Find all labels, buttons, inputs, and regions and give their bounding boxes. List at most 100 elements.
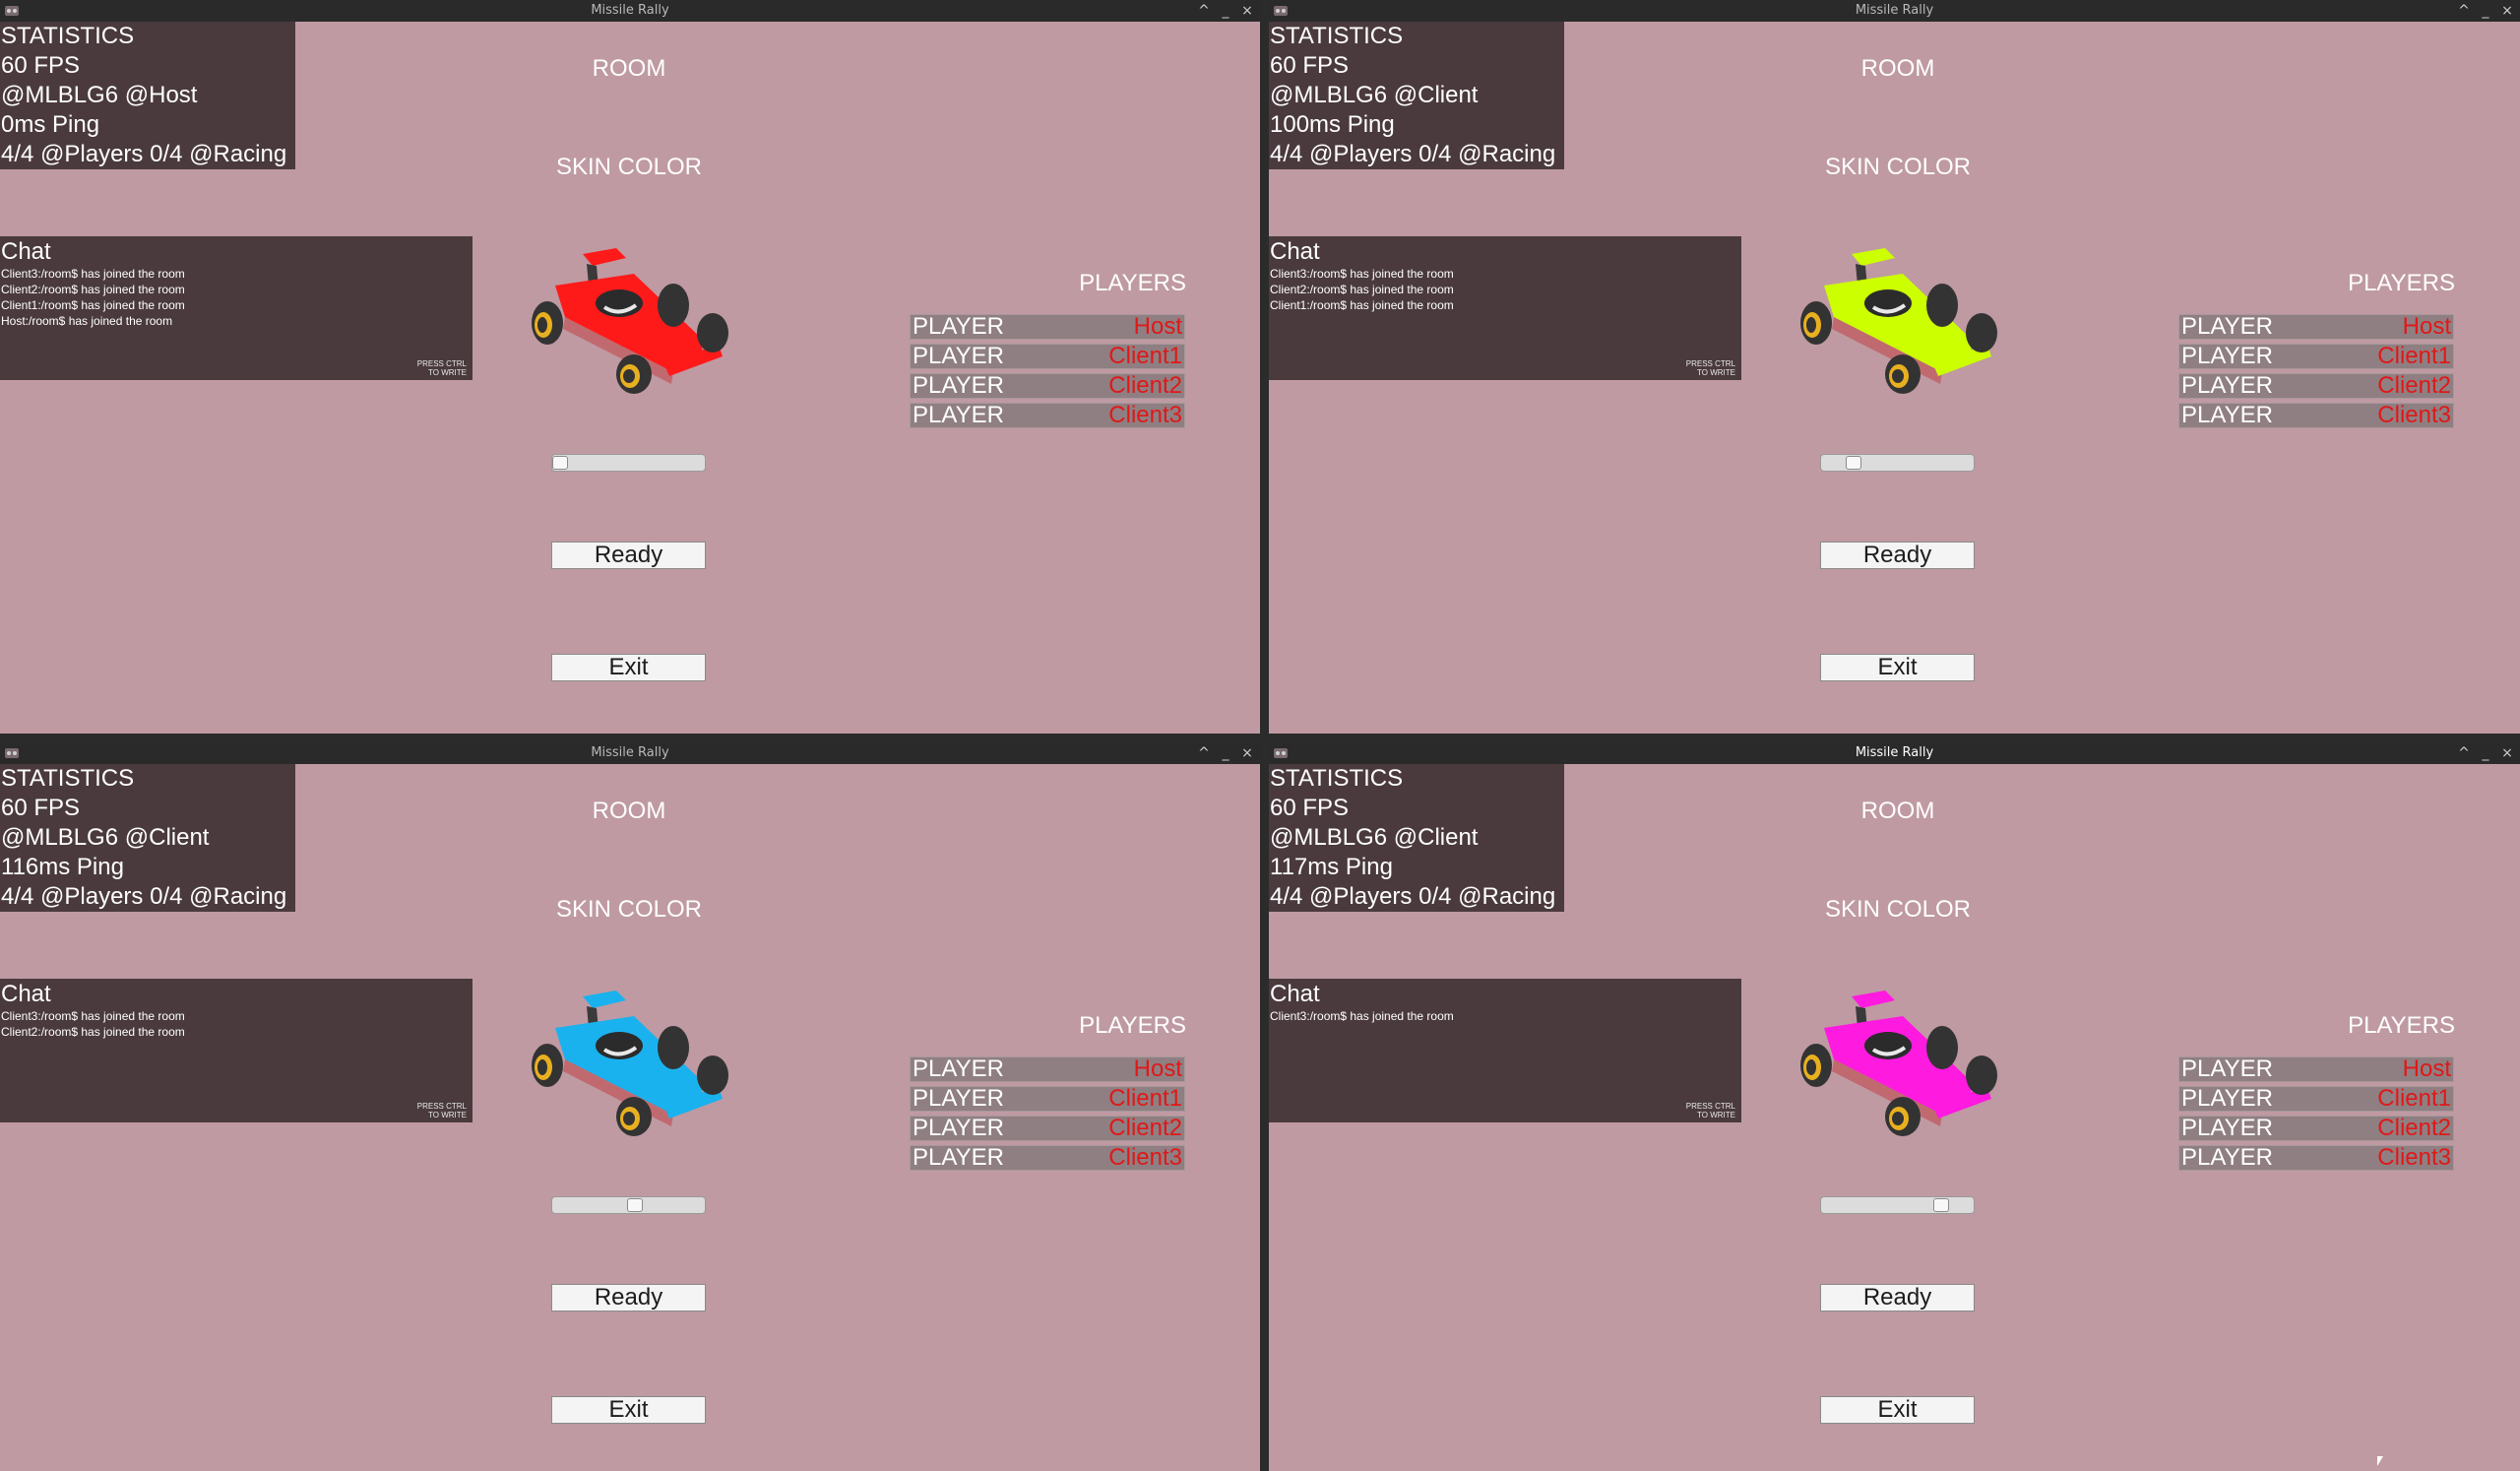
players-list: PLAYER Host PLAYER Client1 PLAYER Client… xyxy=(910,1056,1185,1175)
chat-title: Chat xyxy=(1270,981,1320,1007)
skin-color-heading: SKIN COLOR xyxy=(1824,154,1972,180)
maximize-icon[interactable]: ^ xyxy=(2455,0,2473,22)
ready-button[interactable]: Ready xyxy=(551,1284,706,1311)
game-window: Missile Rally ^ _ × STATISTICS 60 FPS @MLB… xyxy=(0,742,1260,1471)
player-name: Client2 xyxy=(1108,372,1182,399)
close-icon[interactable]: × xyxy=(1238,0,1256,22)
player-name: Host xyxy=(2402,1055,2451,1082)
exit-button[interactable]: Exit xyxy=(1820,654,1975,681)
chat-hint-line: TO WRITE xyxy=(1697,368,1735,377)
window-titlebar[interactable]: Missile Rally ^ _ × xyxy=(0,742,1260,764)
players-list: PLAYER Host PLAYER Client1 PLAYER Client… xyxy=(910,314,1185,432)
statistics-panel: STATISTICS 60 FPS @MLBLG6 @Client 117ms Pin… xyxy=(1269,764,1564,912)
stats-line: STATISTICS xyxy=(1,765,135,792)
maximize-icon[interactable]: ^ xyxy=(1195,0,1213,22)
player-name: Client2 xyxy=(2377,1115,2451,1141)
chat-hint: PRESS CTRL TO WRITE xyxy=(417,359,467,377)
player-row: PLAYER Client2 xyxy=(910,373,1185,399)
minimize-icon[interactable]: _ xyxy=(2477,0,2494,22)
player-row: PLAYER Host xyxy=(910,1056,1185,1082)
chat-hint-line: PRESS CTRL xyxy=(1685,1102,1735,1111)
chat-message: Client2:/room$ has joined the room xyxy=(1,283,185,296)
slider-handle[interactable] xyxy=(1846,456,1862,470)
player-label: PLAYER xyxy=(913,1055,1004,1082)
chat-message: Client1:/room$ has joined the room xyxy=(1,298,185,312)
lobby-content: STATISTICS 60 FPS @MLBLG6 @Client 100ms Pin… xyxy=(1269,22,2520,734)
close-icon[interactable]: × xyxy=(1238,742,1256,764)
player-row: PLAYER Host xyxy=(910,314,1185,340)
window-title: Missile Rally xyxy=(591,745,669,760)
close-icon[interactable]: × xyxy=(2498,0,2516,22)
chat-panel[interactable]: Chat Client3:/room$ has joined the room C… xyxy=(0,236,472,380)
ready-button[interactable]: Ready xyxy=(1820,1284,1975,1311)
stats-line: 0ms Ping xyxy=(1,111,100,138)
slider-handle[interactable] xyxy=(627,1198,644,1212)
ready-button[interactable]: Ready xyxy=(1820,542,1975,569)
minimize-icon[interactable]: _ xyxy=(2477,742,2494,764)
window-titlebar[interactable]: Missile Rally ^ _ × xyxy=(0,0,1260,22)
stats-line: @MLBLG6 @Host xyxy=(1,82,198,108)
chat-message: Host:/room$ has joined the room xyxy=(1,314,173,328)
stats-line: 117ms Ping xyxy=(1270,854,1393,880)
room-heading: ROOM xyxy=(1860,798,1935,824)
stats-line: 100ms Ping xyxy=(1270,111,1395,138)
lobby-content: STATISTICS 60 FPS @MLBLG6 @Client 116ms Pin… xyxy=(0,764,1260,1471)
chat-title: Chat xyxy=(1,981,51,1007)
window-title: Missile Rally xyxy=(1855,745,1934,760)
exit-button[interactable]: Exit xyxy=(551,1396,706,1424)
player-name: Host xyxy=(1133,313,1182,340)
maximize-icon[interactable]: ^ xyxy=(2455,742,2473,764)
ready-button[interactable]: Ready xyxy=(551,542,706,569)
slider-handle[interactable] xyxy=(1932,1198,1949,1212)
skin-color-heading: SKIN COLOR xyxy=(555,896,703,923)
players-heading: PLAYERS xyxy=(2348,1012,2455,1039)
slider-handle[interactable] xyxy=(552,456,568,470)
skin-color-slider[interactable] xyxy=(1820,454,1975,472)
stats-line: 116ms Ping xyxy=(1,854,124,880)
statistics-panel: STATISTICS 60 FPS @MLBLG6 @Client 100ms Pin… xyxy=(1269,22,1564,169)
player-name: Client1 xyxy=(1108,1085,1182,1112)
player-label: PLAYER xyxy=(913,313,1004,340)
player-label: PLAYER xyxy=(2181,1115,2273,1141)
player-row: PLAYER Client3 xyxy=(910,403,1185,428)
stats-line: 60 FPS xyxy=(1,795,81,821)
game-window: Missile Rally ^ _ × STATISTICS 60 FPS @MLB… xyxy=(0,0,1260,734)
chat-hint-line: TO WRITE xyxy=(428,1111,467,1119)
player-row: PLAYER Client3 xyxy=(2178,403,2454,428)
players-heading: PLAYERS xyxy=(1079,270,1186,296)
exit-button[interactable]: Exit xyxy=(551,654,706,681)
player-row: PLAYER Client1 xyxy=(910,344,1185,369)
exit-button[interactable]: Exit xyxy=(1820,1396,1975,1424)
stats-line: @MLBLG6 @Client xyxy=(1270,82,1479,108)
chat-message: Client3:/room$ has joined the room xyxy=(1270,267,1454,281)
close-icon[interactable]: × xyxy=(2498,742,2516,764)
chat-message: Client1:/room$ has joined the room xyxy=(1270,298,1454,312)
player-label: PLAYER xyxy=(913,402,1004,428)
window-titlebar[interactable]: Missile Rally ^ _ × xyxy=(1269,742,2520,764)
skin-color-slider[interactable] xyxy=(551,454,706,472)
window-titlebar[interactable]: Missile Rally ^ _ × xyxy=(1269,0,2520,22)
chat-message: Client3:/room$ has joined the room xyxy=(1,1009,185,1023)
chat-panel[interactable]: Chat Client3:/room$ has joined the room C… xyxy=(0,979,472,1122)
skin-color-heading: SKIN COLOR xyxy=(555,154,703,180)
stats-line: STATISTICS xyxy=(1270,23,1404,49)
chat-message: Client2:/room$ has joined the room xyxy=(1270,283,1454,296)
game-window: Missile Rally ^ _ × STATISTICS 60 FPS @MLB… xyxy=(1269,742,2520,1471)
minimize-icon[interactable]: _ xyxy=(1217,0,1234,22)
chat-hint: PRESS CTRL TO WRITE xyxy=(1686,1102,1735,1119)
chat-panel[interactable]: Chat Client3:/room$ has joined the room C… xyxy=(1269,236,1741,380)
skin-color-slider[interactable] xyxy=(551,1196,706,1214)
maximize-icon[interactable]: ^ xyxy=(1195,742,1213,764)
app-icon xyxy=(5,748,19,758)
chat-hint: PRESS CTRL TO WRITE xyxy=(1686,359,1735,377)
chat-panel[interactable]: Chat Client3:/room$ has joined the room … xyxy=(1269,979,1741,1122)
player-name: Client3 xyxy=(1108,402,1182,428)
player-row: PLAYER Client3 xyxy=(2178,1145,2454,1171)
player-label: PLAYER xyxy=(2181,1085,2273,1112)
skin-color-slider[interactable] xyxy=(1820,1196,1975,1214)
room-heading: ROOM xyxy=(1860,55,1935,82)
player-name: Client2 xyxy=(1108,1115,1182,1141)
minimize-icon[interactable]: _ xyxy=(1217,742,1234,764)
game-window: Missile Rally ^ _ × STATISTICS 60 FPS @MLB… xyxy=(1269,0,2520,734)
player-row: PLAYER Client2 xyxy=(2178,1116,2454,1141)
